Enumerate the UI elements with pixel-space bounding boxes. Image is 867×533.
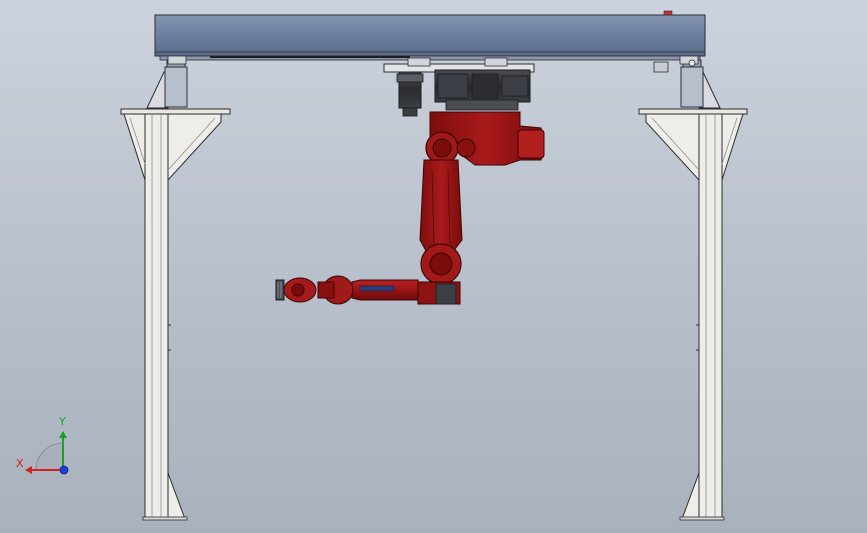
y-axis-label: Y (59, 415, 66, 428)
left-carriage-block (164, 66, 188, 108)
left-top-plate (120, 108, 231, 115)
right-brace-left (645, 113, 700, 182)
right-post (698, 113, 723, 520)
right-base-gusset (681, 472, 700, 520)
left-support-column (120, 59, 231, 521)
z-axis-dot (59, 465, 69, 475)
right-brace-right (721, 113, 744, 181)
right-top-plate (638, 108, 748, 115)
beam-end-cap (663, 10, 673, 16)
x-axis-label: X (16, 457, 24, 470)
tool-flange (275, 279, 285, 301)
cad-viewport[interactable]: X Y (0, 0, 867, 533)
triad-plane-sector (35, 442, 64, 471)
robot-upper-arm (419, 159, 463, 259)
robot-carriage (383, 57, 535, 117)
left-post (144, 113, 169, 520)
right-carriage-block (680, 66, 704, 108)
right-support-column (638, 59, 748, 521)
left-brace-left (123, 113, 146, 181)
gantry-robot-model (25, 10, 748, 521)
coordinate-triad (25, 431, 69, 475)
left-brace-right (167, 113, 222, 182)
industrial-robot-arm (275, 111, 545, 305)
left-base-gusset (167, 472, 186, 520)
